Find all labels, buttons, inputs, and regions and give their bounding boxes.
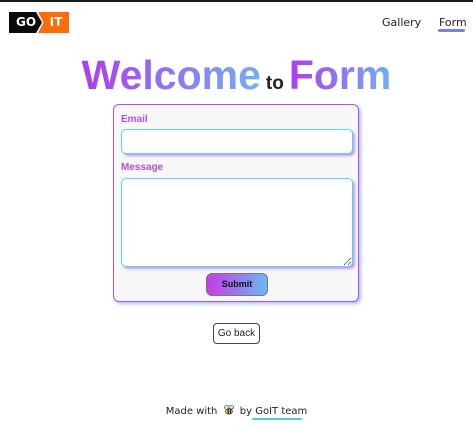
message-label: Message — [121, 162, 164, 173]
go-back-button[interactable]: Go back — [213, 323, 260, 344]
title-form: Form — [288, 52, 392, 98]
bee-icon — [223, 405, 234, 415]
footer: Made with by GoIT team — [0, 404, 473, 420]
logo-go: GO — [9, 12, 42, 33]
message-field[interactable] — [121, 178, 353, 267]
page-title: Welcome to Form — [0, 52, 473, 99]
nav-gallery-link[interactable]: Gallery — [382, 16, 421, 29]
footer-made-with: Made with — [165, 406, 218, 417]
email-field[interactable] — [121, 129, 353, 154]
email-label: Email — [121, 114, 148, 125]
logo-it: IT — [38, 12, 69, 33]
title-to: to — [265, 73, 284, 94]
top-border — [0, 0, 473, 2]
contact-form: Email Message Submit — [113, 104, 359, 302]
goit-team-link[interactable]: GoIT team — [252, 406, 308, 420]
title-welcome: Welcome — [81, 52, 261, 98]
footer-by: by — [239, 406, 253, 417]
goit-team-text: GoIT team — [255, 406, 308, 417]
submit-button[interactable]: Submit — [206, 273, 268, 296]
nav-form-link[interactable]: Form — [439, 16, 467, 29]
nav-active-indicator — [438, 29, 465, 32]
team-link-underline — [252, 418, 303, 420]
goit-logo[interactable]: GO IT — [9, 12, 69, 33]
